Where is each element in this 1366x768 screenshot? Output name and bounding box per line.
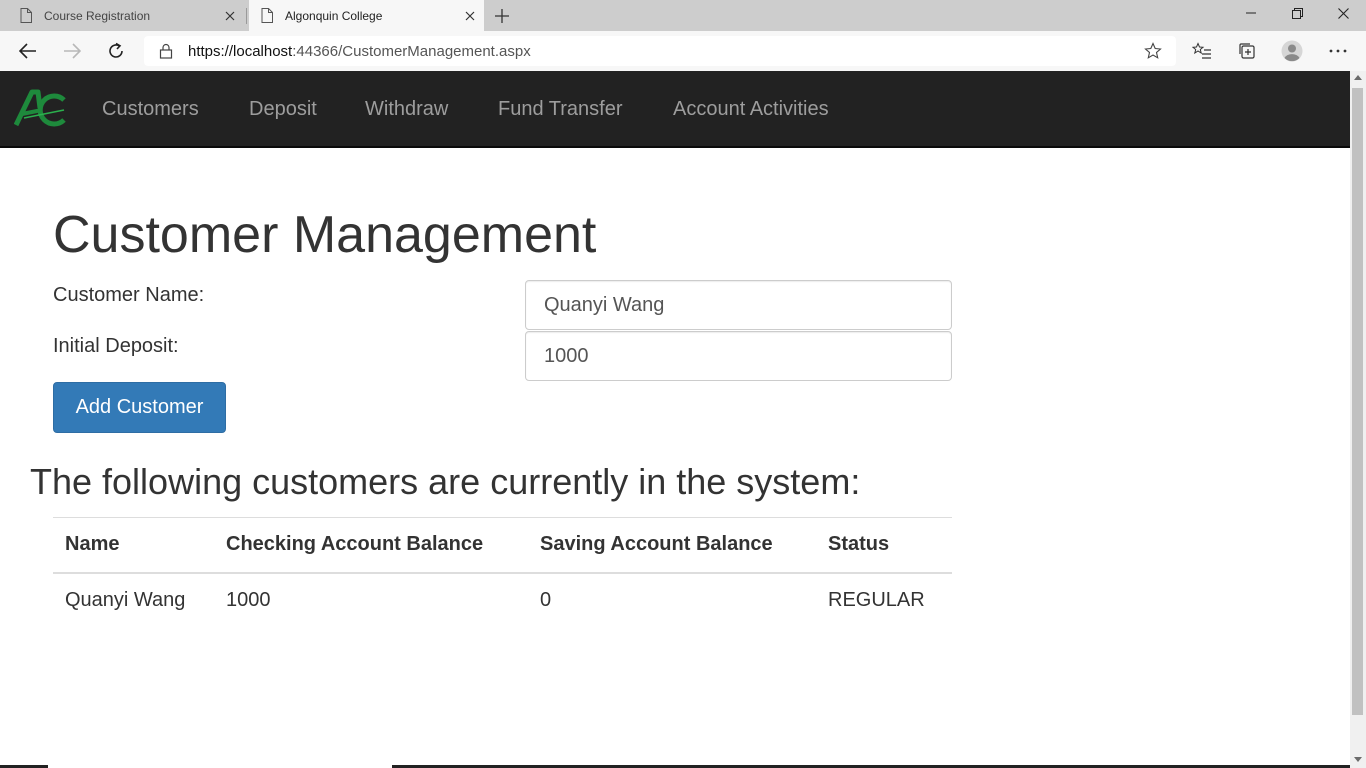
tab-course-registration[interactable]: Course Registration [8, 0, 244, 31]
add-customer-button[interactable]: Add Customer [53, 382, 226, 433]
scrollbar-thumb[interactable] [1352, 88, 1363, 715]
favorites-list-icon[interactable] [1191, 40, 1213, 62]
collections-icon[interactable] [1236, 40, 1258, 62]
close-tab-icon[interactable] [462, 8, 478, 24]
table-header-row: Name Checking Account Balance Saving Acc… [53, 517, 952, 574]
scroll-up-arrow-icon[interactable] [1354, 75, 1362, 80]
forward-arrow-icon[interactable] [56, 35, 88, 67]
browser-toolbar: https://localhost:44366/CustomerManageme… [0, 31, 1366, 71]
algonquin-logo-icon[interactable] [14, 88, 68, 128]
customers-table: Name Checking Account Balance Saving Acc… [53, 517, 952, 628]
column-header-status: Status [816, 517, 952, 574]
refresh-icon[interactable] [100, 35, 132, 67]
column-header-saving-balance: Saving Account Balance [528, 517, 816, 574]
customer-name-label: Customer Name: [53, 284, 205, 306]
site-navbar: Customers Deposit Withdraw Fund Transfer… [0, 71, 1350, 148]
tab-label: Algonquin College [285, 8, 383, 23]
minimize-icon[interactable] [1228, 0, 1274, 26]
lock-icon [159, 43, 173, 59]
page-title: Customer Management [53, 206, 597, 264]
scroll-down-arrow-icon[interactable] [1354, 757, 1362, 762]
back-arrow-icon[interactable] [12, 35, 44, 67]
browser-tab-strip: Course Registration Algonquin College [0, 0, 1366, 31]
page-icon [261, 8, 273, 23]
close-tab-icon[interactable] [222, 8, 238, 24]
cell-checking-balance: 1000 [226, 589, 271, 611]
restore-icon[interactable] [1274, 0, 1320, 26]
table-row: Quanyi Wang 1000 0 REGULAR [53, 573, 952, 628]
initial-deposit-input[interactable] [525, 331, 952, 381]
initial-deposit-label: Initial Deposit: [53, 335, 179, 357]
nav-fund-transfer-link[interactable]: Fund Transfer [498, 98, 623, 121]
cell-customer-name: Quanyi Wang [65, 589, 186, 611]
tab-separator [246, 8, 247, 24]
tab-label: Course Registration [44, 8, 151, 23]
url-text: https://localhost:44366/CustomerManageme… [188, 43, 531, 60]
cell-saving-balance: 0 [540, 589, 552, 611]
new-tab-icon[interactable] [490, 5, 514, 27]
profile-avatar-icon[interactable] [1281, 40, 1303, 62]
nav-deposit-link[interactable]: Deposit [249, 98, 317, 121]
page-icon [20, 8, 32, 23]
cell-status: REGULAR [828, 589, 925, 611]
nav-customers-link[interactable]: Customers [102, 98, 199, 121]
close-window-icon[interactable] [1320, 0, 1366, 26]
favorite-star-icon[interactable] [1144, 42, 1162, 60]
tab-algonquin-college[interactable]: Algonquin College [249, 0, 484, 31]
customer-name-input[interactable] [525, 280, 952, 330]
more-options-icon[interactable] [1327, 40, 1349, 62]
address-bar[interactable]: https://localhost:44366/CustomerManageme… [144, 36, 1176, 66]
vertical-scrollbar[interactable] [1350, 71, 1366, 768]
column-header-name: Name [53, 517, 214, 574]
nav-withdraw-link[interactable]: Withdraw [365, 98, 448, 121]
customer-list-heading: The following customers are currently in… [30, 461, 861, 502]
column-header-checking-balance: Checking Account Balance [214, 517, 528, 574]
nav-account-activities-link[interactable]: Account Activities [673, 98, 829, 121]
